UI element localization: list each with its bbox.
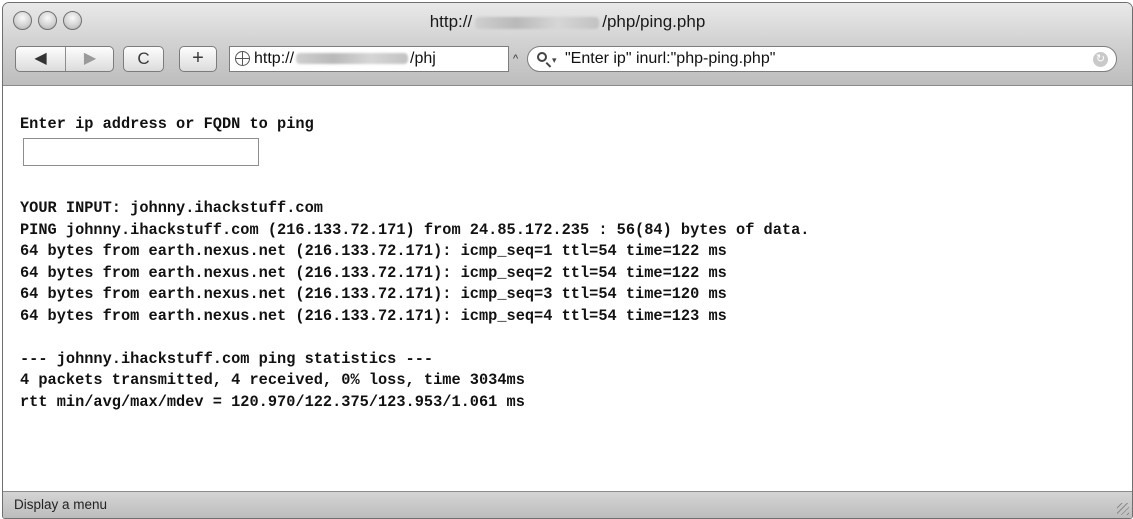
url-suffix: /phj xyxy=(410,50,436,67)
ping-output: YOUR INPUT: johnny.ihackstuff.com PING jo… xyxy=(20,198,809,413)
navigation-toolbar: ◀ ▶ C + http:// /phj ^ ▾ "Enter ip" inurl… xyxy=(3,40,1132,86)
output-line: 64 bytes from earth.nexus.net (216.133.7… xyxy=(20,285,727,303)
resize-handle-icon[interactable] xyxy=(1117,503,1129,515)
output-line: rtt min/avg/max/mdev = 120.970/122.375/1… xyxy=(20,392,525,411)
output-line: 64 bytes from earth.nexus.net (216.133.7… xyxy=(20,306,727,325)
address-text: http:// /phj xyxy=(254,47,436,71)
status-bar: Display a menu xyxy=(3,491,1132,518)
add-bookmark-button[interactable]: + xyxy=(179,46,217,72)
address-bar-chevron-icon[interactable]: ^ xyxy=(513,53,518,65)
globe-icon xyxy=(235,51,250,66)
back-button[interactable]: ◀ xyxy=(16,47,65,71)
redacted-host xyxy=(475,16,600,29)
forward-button[interactable]: ▶ xyxy=(66,47,114,71)
ping-prompt-label: Enter ip address or FQDN to ping xyxy=(20,115,314,133)
search-query-text[interactable]: "Enter ip" inurl:"php-ping.php" xyxy=(565,47,775,71)
page-content: Enter ip address or FQDN to ping YOUR IN… xyxy=(3,86,1132,491)
status-text: Display a menu xyxy=(14,497,108,512)
window-title: http:// /php/ping.php xyxy=(3,12,1132,32)
search-icon[interactable] xyxy=(537,52,547,62)
output-blank-line xyxy=(20,327,809,349)
output-line: --- johnny.ihackstuff.com ping statistic… xyxy=(20,349,434,368)
search-bar[interactable]: ▾ "Enter ip" inurl:"php-ping.php" ↻ xyxy=(527,46,1117,72)
output-line: 64 bytes from earth.nexus.net (216.133.7… xyxy=(20,263,727,282)
output-line: PING johnny.ihackstuff.com (216.133.72.1… xyxy=(20,220,810,239)
title-prefix: http:// xyxy=(429,12,473,31)
ip-address-input[interactable] xyxy=(23,138,259,166)
back-forward-button-group: ◀ ▶ xyxy=(15,46,114,72)
title-bar[interactable]: http:// /php/ping.php xyxy=(3,3,1132,40)
redacted-url-host xyxy=(296,53,409,65)
snapback-icon[interactable]: ↻ xyxy=(1093,52,1108,67)
output-line: 4 packets transmitted, 4 received, 0% lo… xyxy=(20,371,525,389)
address-bar[interactable]: http:// /phj xyxy=(229,46,509,72)
title-suffix: /php/ping.php xyxy=(602,12,706,31)
output-line: YOUR INPUT: johnny.ihackstuff.com xyxy=(20,199,323,217)
output-line: 64 bytes from earth.nexus.net (216.133.7… xyxy=(20,242,727,260)
reload-button[interactable]: C xyxy=(123,46,164,72)
search-engine-dropdown-icon[interactable]: ▾ xyxy=(552,56,557,65)
browser-window: http:// /php/ping.php ◀ ▶ C + http:// /phj… xyxy=(2,2,1133,519)
url-prefix: http:// xyxy=(254,50,295,67)
